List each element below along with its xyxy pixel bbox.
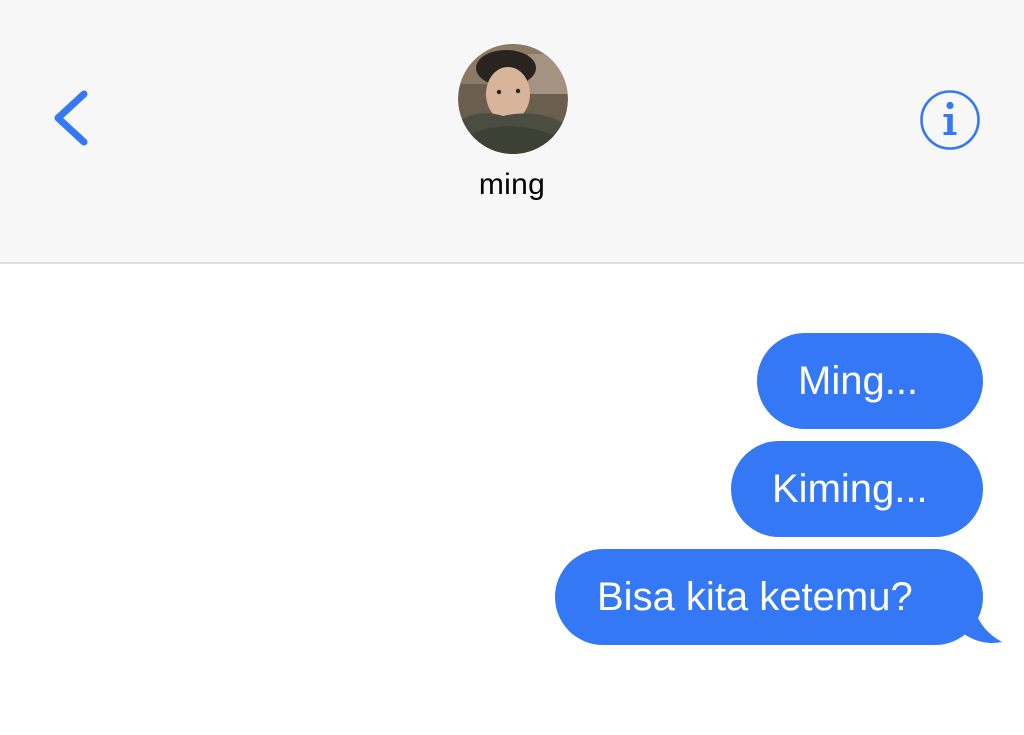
contact-name[interactable]: ming [0, 168, 1024, 202]
bubble-tail-icon [950, 598, 1002, 643]
avatar-photo [458, 44, 568, 154]
message-bubble-outgoing[interactable]: Bisa kita ketemu? [555, 549, 983, 645]
contact-avatar[interactable] [458, 44, 568, 154]
message-thread: Ming... Kiming... Bisa kita ketemu? [0, 264, 1024, 735]
back-button[interactable] [44, 82, 104, 154]
info-button[interactable] [918, 88, 982, 152]
chevron-left-icon [54, 90, 88, 146]
info-circle-icon [920, 90, 980, 150]
message-bubble-outgoing[interactable]: Kiming... [731, 441, 983, 537]
conversation-header: ming [0, 0, 1024, 264]
message-bubble-outgoing[interactable]: Ming... [757, 333, 983, 429]
